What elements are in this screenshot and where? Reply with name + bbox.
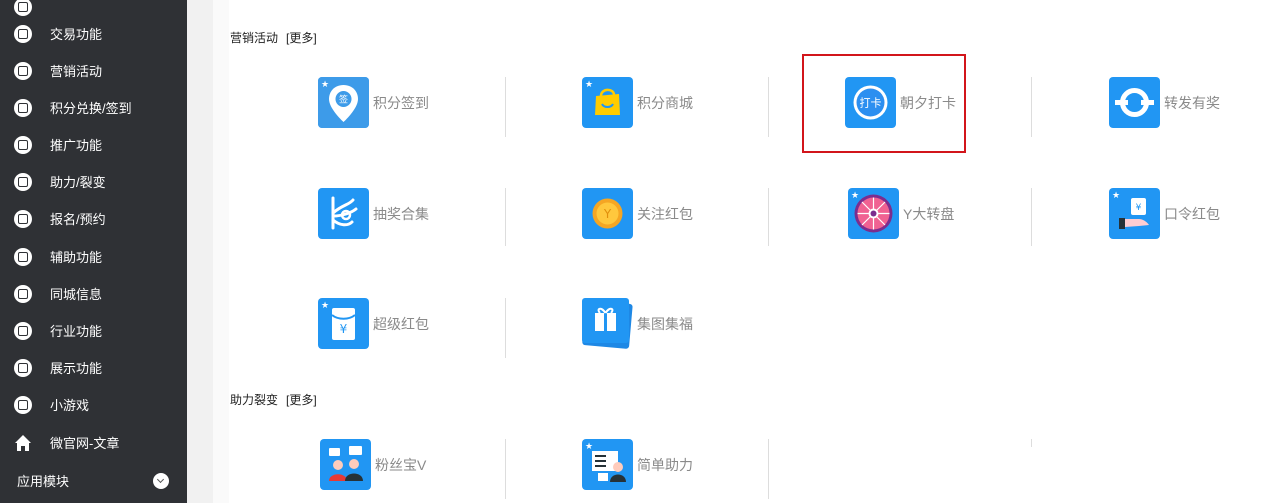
sidebar-module-toggle[interactable]: 应用模块 [0, 462, 187, 499]
app-icon [14, 24, 32, 43]
app-icon [14, 321, 32, 340]
sidebar-item-label: 交易功能 [50, 27, 103, 42]
sidebar-item-display[interactable]: 展示功能 [0, 349, 187, 386]
red-packet-icon: ¥ ★ [318, 298, 369, 349]
divider [768, 77, 769, 137]
sidebar-item-label: 同城信息 [50, 287, 103, 302]
divider [1031, 439, 1032, 447]
tile-label: Y大转盘 [903, 205, 955, 222]
section-title-text: 营销活动 [230, 31, 279, 45]
tile-label: 转发有奖 [1164, 94, 1220, 111]
divider [505, 77, 506, 137]
app-icon [14, 172, 32, 191]
tile-label: 抽奖合集 [373, 205, 429, 222]
share-icon [1109, 77, 1160, 128]
divider [505, 188, 506, 246]
tile-wheel[interactable]: ★ Y大转盘 [848, 188, 954, 239]
sidebar-item-promotion[interactable]: 推广功能 [0, 126, 187, 163]
app-icon [14, 209, 32, 228]
gutter-inner [213, 0, 229, 503]
divider [505, 298, 506, 358]
sidebar-item-auxiliary[interactable]: 辅助功能 [0, 238, 187, 275]
tile-label: 关注红包 [637, 205, 693, 222]
fans-icon [320, 439, 371, 490]
assist-icon: ★ [582, 439, 633, 490]
app-icon [14, 284, 32, 303]
sidebar-item-label: 助力/裂变 [50, 175, 106, 190]
shopping-bag-icon: ★ [582, 77, 633, 128]
app-icon [14, 61, 32, 80]
svg-text:签: 签 [339, 94, 348, 106]
tile-lottery[interactable]: 抽奖合集 [318, 188, 429, 239]
tile-label: 积分商城 [637, 94, 693, 111]
sidebar-item-label: 微官网-文章 [50, 436, 120, 451]
highlight-box [802, 54, 966, 153]
tile-label: 超级红包 [373, 315, 429, 332]
gift-card-icon [582, 298, 633, 349]
red-packet-hand-icon: ¥ ★ [1109, 188, 1160, 239]
tile-label: 简单助力 [637, 456, 693, 473]
sidebar-item-points[interactable]: 积分兑换/签到 [0, 89, 187, 126]
gutter [187, 0, 213, 503]
sidebar-item-label: 营销活动 [50, 64, 103, 79]
sidebar-item-label: 报名/预约 [50, 212, 106, 227]
divider [1031, 188, 1032, 246]
divider [768, 439, 769, 499]
sidebar-item-industry[interactable]: 行业功能 [0, 312, 187, 349]
tile-follow-packet[interactable]: Y 关注红包 [582, 188, 693, 239]
app-icon [14, 0, 32, 16]
app-icon [14, 395, 32, 414]
tile-share-reward[interactable]: 转发有奖 [1109, 77, 1220, 128]
svg-text:Y: Y [603, 207, 612, 221]
tile-label: 口令红包 [1164, 205, 1220, 222]
tile-points-mall[interactable]: ★ 积分商城 [582, 77, 693, 128]
sidebar-item-label: 展示功能 [50, 361, 103, 376]
tile-fans[interactable]: 粉丝宝V [320, 439, 426, 490]
coin-icon: Y [582, 188, 633, 239]
tile-password-packet[interactable]: ¥ ★ 口令红包 [1109, 188, 1220, 239]
sidebar-item-games[interactable]: 小游戏 [0, 386, 187, 423]
app-icon [14, 98, 32, 117]
sidebar-item-label: 推广功能 [50, 138, 103, 153]
svg-text:¥: ¥ [340, 322, 348, 336]
sidebar-item-assist[interactable]: 助力/裂变 [0, 163, 187, 200]
chevron-down-icon [153, 472, 169, 489]
sidebar-item-label: 辅助功能 [50, 250, 103, 265]
divider [768, 188, 769, 246]
wheel-icon: ★ [848, 188, 899, 239]
tile-label: 积分签到 [373, 94, 429, 111]
lottery-hand-icon [318, 188, 369, 239]
checkin-pin-icon: 签 ★ [318, 77, 369, 128]
svg-text:¥: ¥ [1136, 203, 1142, 213]
tile-super-packet[interactable]: ¥ ★ 超级红包 [318, 298, 429, 349]
sidebar: 交易功能 营销活动 积分兑换/签到 推广功能 助力/裂变 报名/预约 辅助功能 … [0, 0, 187, 503]
more-link[interactable]: [更多] [286, 393, 317, 407]
sidebar-item-signup[interactable]: 报名/预约 [0, 200, 187, 237]
section-title-marketing: 营销活动 [更多] [230, 29, 317, 46]
module-label: 应用模块 [17, 474, 70, 489]
sidebar-item-local[interactable]: 同城信息 [0, 275, 187, 312]
app-icon [14, 135, 32, 154]
sidebar-item-label: 小游戏 [50, 398, 90, 413]
sidebar-item-label: 行业功能 [50, 324, 103, 339]
tile-label: 粉丝宝V [375, 456, 427, 473]
section-title-assist: 助力裂变 [更多] [230, 391, 317, 408]
divider [1031, 77, 1032, 137]
sidebar-item-trade[interactable]: 交易功能 [0, 15, 187, 52]
sidebar-item-label: 积分兑换/签到 [50, 101, 132, 116]
tile-simple-assist[interactable]: ★ 简单助力 [582, 439, 693, 490]
sidebar-item-marketing[interactable]: 营销活动 [0, 52, 187, 89]
tile-checkin[interactable]: 签 ★ 积分签到 [318, 77, 429, 128]
sidebar-item-website[interactable]: 微官网-文章 [0, 424, 187, 461]
more-link[interactable]: [更多] [286, 31, 317, 45]
home-icon [15, 434, 31, 451]
section-title-text: 助力裂变 [230, 393, 279, 407]
tile-label: 集图集福 [637, 315, 693, 332]
app-icon [14, 247, 32, 266]
tile-collect-blessing[interactable]: 集图集福 [582, 298, 693, 349]
divider [505, 439, 506, 499]
app-icon [14, 358, 32, 377]
